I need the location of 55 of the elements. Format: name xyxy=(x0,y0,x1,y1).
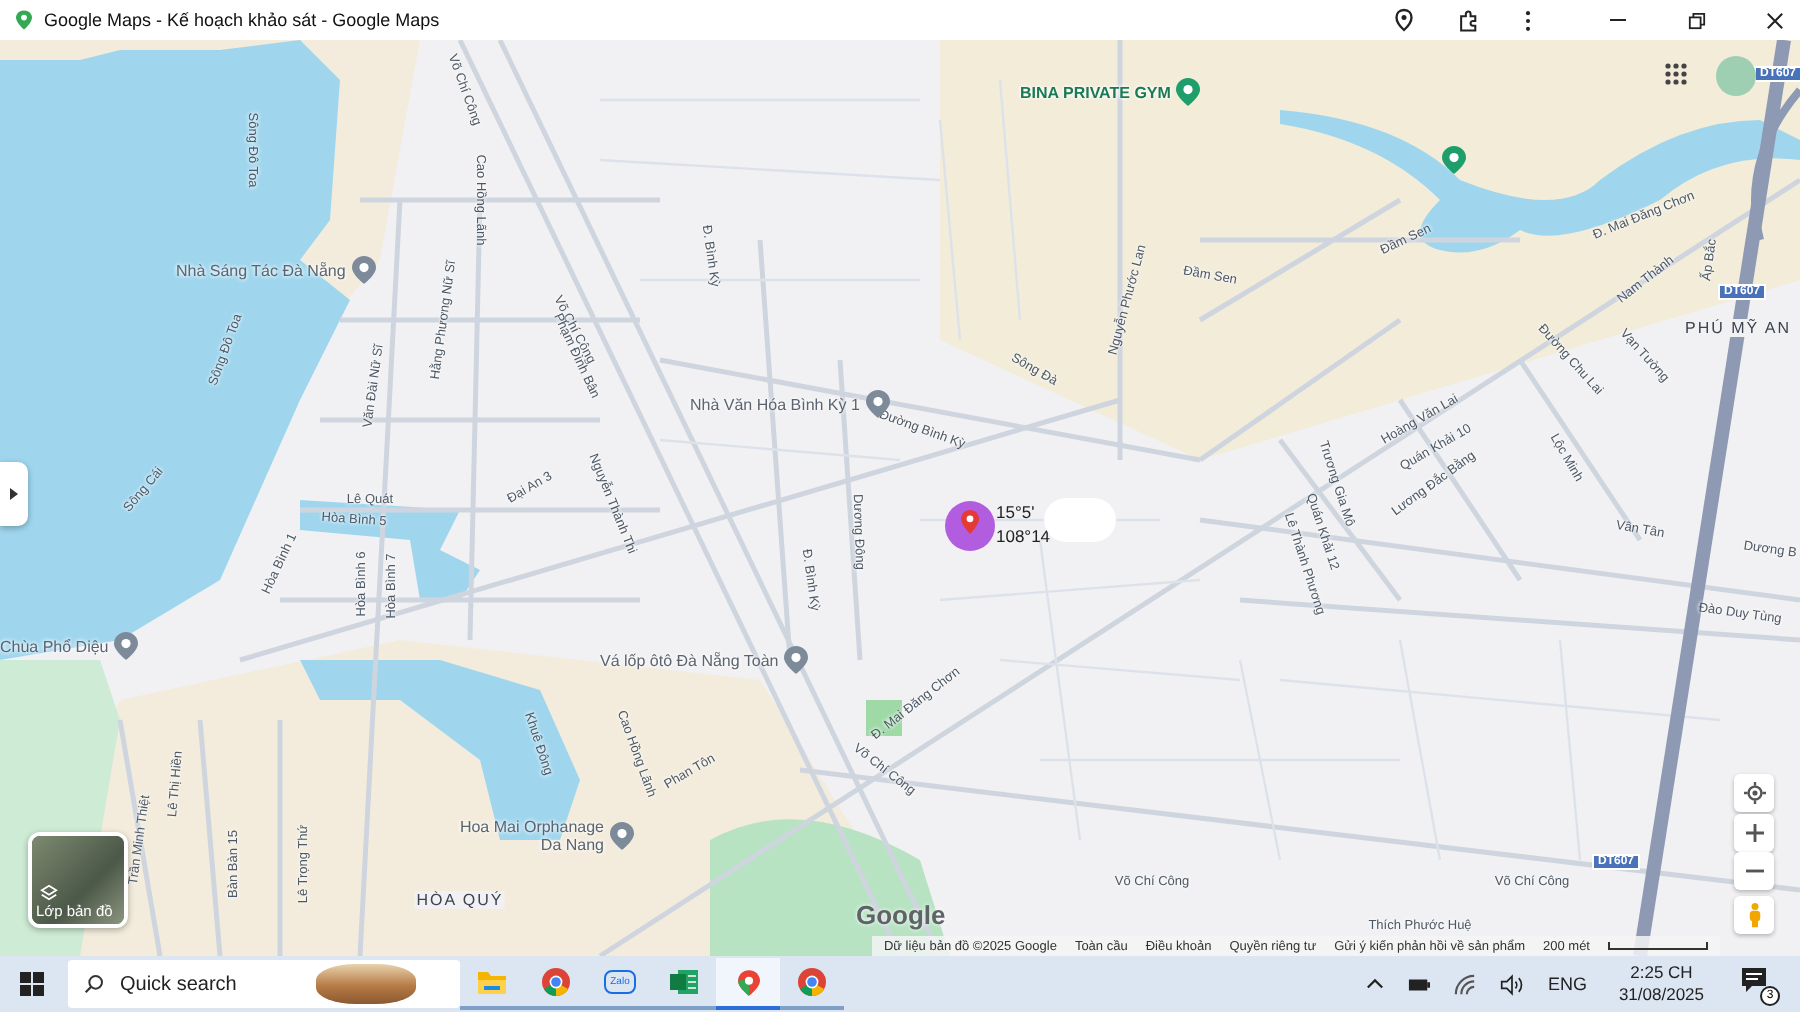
restore-icon[interactable] xyxy=(1688,11,1706,29)
chevron-up-icon[interactable] xyxy=(1365,978,1384,990)
caret-icon xyxy=(10,488,18,500)
scale-bar-icon xyxy=(1608,942,1708,950)
apps-grid-icon[interactable] xyxy=(1664,62,1688,86)
map-pin-icon[interactable] xyxy=(114,632,139,660)
taskbar-app-button[interactable] xyxy=(716,958,780,1010)
place-label[interactable]: Nhà Sáng Tác Đà Nẵng xyxy=(176,261,346,279)
area-label: HÒA QUÝ xyxy=(414,891,506,909)
plus-icon xyxy=(1745,824,1763,842)
map-pin-icon[interactable] xyxy=(351,256,376,284)
map-pin-icon[interactable] xyxy=(784,646,809,674)
location-marker-icon[interactable] xyxy=(944,500,996,552)
zoom-in-button[interactable] xyxy=(1734,814,1774,852)
layers-icon xyxy=(40,884,58,902)
extension-puzzle-icon[interactable] xyxy=(1458,9,1480,31)
notification-icon[interactable] xyxy=(1740,966,1768,994)
google-logo: Google xyxy=(856,900,946,930)
map-pin-icon[interactable] xyxy=(1176,78,1201,106)
map-pin-icon[interactable] xyxy=(610,822,634,850)
zoom-out-button[interactable] xyxy=(1734,852,1774,890)
wifi-icon[interactable] xyxy=(1453,973,1476,995)
place-label[interactable]: BINA PRIVATE GYM xyxy=(1020,83,1171,101)
location-pin-icon[interactable] xyxy=(1394,8,1414,32)
chrome-icon xyxy=(798,968,826,996)
side-panel-toggle[interactable] xyxy=(0,462,28,526)
window-title: Google Maps - Kế hoạch khảo sát - Google Maps xyxy=(44,10,440,30)
my-location-button[interactable] xyxy=(1734,774,1774,812)
place-label[interactable]: Chùa Phổ Diệu xyxy=(0,637,109,655)
close-icon[interactable] xyxy=(1766,11,1784,29)
more-menu-icon[interactable] xyxy=(1524,9,1532,31)
place-label[interactable]: Nhà Văn Hóa Bình Kỳ 1 xyxy=(690,395,860,413)
battery-icon[interactable] xyxy=(1407,977,1430,991)
latitude-label: 15°5' xyxy=(996,500,1037,524)
maps-logo-icon xyxy=(16,10,32,30)
crosshair-icon xyxy=(1743,782,1765,804)
search-icon xyxy=(84,974,104,994)
area-label: PHÚ MỸ AN xyxy=(1683,319,1793,337)
satellite-thumbnail xyxy=(32,836,124,924)
taskbar-search-field[interactable]: Quick search xyxy=(68,960,460,1008)
landscape-thumbnail xyxy=(316,964,416,1004)
speaker-icon[interactable] xyxy=(1499,973,1524,995)
clock-time[interactable]: 2:25 CH xyxy=(1630,962,1693,984)
map-pin-icon xyxy=(737,969,759,995)
clock-date[interactable]: 31/08/2025 xyxy=(1618,984,1704,1006)
longitude-label: 108°14 xyxy=(996,524,1051,548)
park-pin-icon[interactable] xyxy=(1442,146,1466,174)
windows-start-icon[interactable] xyxy=(20,972,44,996)
place-label[interactable]: Vá lốp ôtô Đà Nẵng Toàn xyxy=(600,651,779,669)
search-input[interactable]: Quick search xyxy=(116,971,304,997)
language-indicator[interactable]: ENG xyxy=(1547,974,1587,994)
pegman-icon xyxy=(1747,902,1761,928)
chrome-icon xyxy=(542,968,570,996)
folder-icon xyxy=(478,970,506,994)
spreadsheet-icon xyxy=(670,968,698,996)
